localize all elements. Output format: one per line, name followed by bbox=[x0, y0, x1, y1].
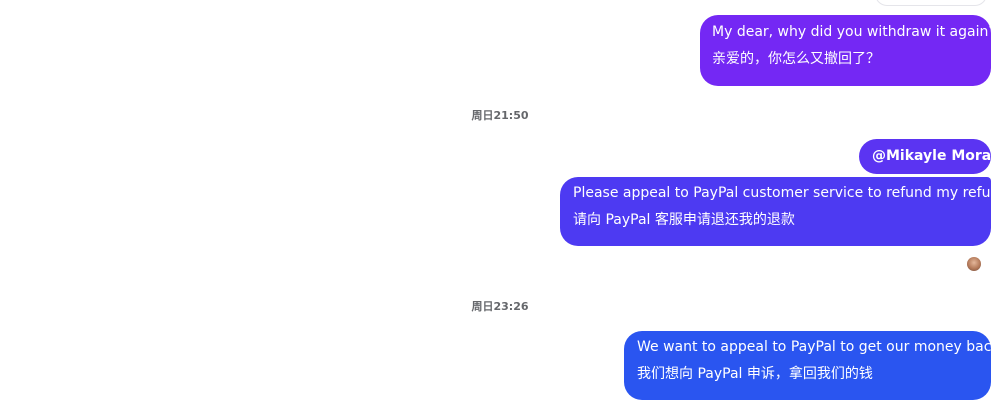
message-text-chinese: 请向 PayPal 客服申请退还我的退款 bbox=[573, 212, 795, 228]
previous-message-bubble[interactable] bbox=[875, 0, 987, 6]
message-text-english: We want to appeal to PayPal to get our m… bbox=[637, 339, 1000, 355]
outgoing-message-bubble[interactable]: My dear, why did you withdraw it again? … bbox=[700, 15, 996, 86]
outgoing-message-bubble[interactable]: Please appeal to PayPal customer service… bbox=[560, 177, 1007, 246]
chat-thread: My dear, why did you withdraw it again? … bbox=[0, 0, 1007, 409]
message-text-english: Please appeal to PayPal customer service… bbox=[573, 185, 1007, 201]
message-text-english: My dear, why did you withdraw it again? bbox=[712, 24, 996, 40]
message-text-chinese: 我们想向 PayPal 申诉，拿回我们的钱 bbox=[637, 366, 873, 382]
read-receipt-avatar bbox=[967, 257, 981, 271]
outgoing-message-bubble[interactable]: We want to appeal to PayPal to get our m… bbox=[624, 331, 1000, 400]
timestamp: 周日21:50 bbox=[471, 109, 529, 122]
mention-bubble[interactable]: @Mikayle Mora bbox=[859, 139, 991, 174]
message-text-chinese: 亲爱的，你怎么又撤回了？ bbox=[712, 51, 880, 67]
mention-text: @Mikayle Mora bbox=[872, 148, 992, 164]
timestamp: 周日23:26 bbox=[471, 300, 529, 313]
